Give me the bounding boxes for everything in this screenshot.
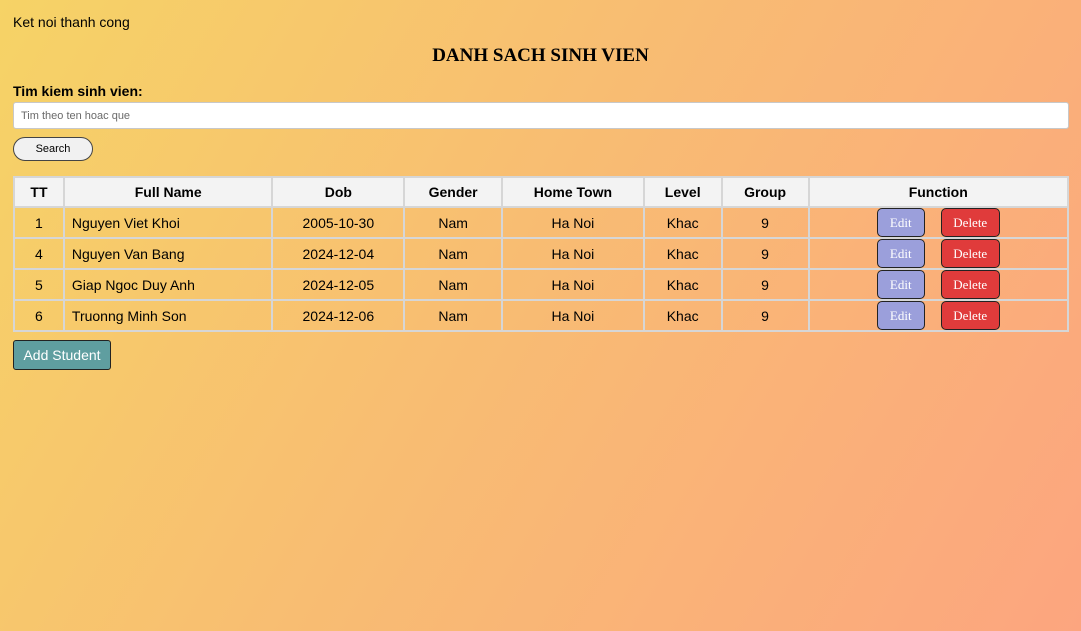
cell-dob: 2005-10-30	[271, 206, 406, 239]
delete-button[interactable]: Delete	[940, 270, 1000, 299]
cell-level: Khac	[642, 299, 723, 332]
column-header-home-town: Home Town	[501, 176, 645, 208]
cell-full-name: Nguyen Van Bang	[62, 237, 274, 270]
cell-gender: Nam	[403, 268, 504, 301]
cell-group: 9	[720, 299, 810, 332]
search-input[interactable]	[13, 102, 1069, 129]
cell-home-town: Ha Noi	[501, 268, 645, 301]
cell-function: Edit Delete	[807, 299, 1069, 332]
edit-button[interactable]: Edit	[876, 239, 925, 268]
cell-tt: 1	[13, 206, 65, 239]
column-header-tt: TT	[13, 176, 65, 208]
cell-group: 9	[720, 268, 810, 301]
cell-home-town: Ha Noi	[501, 299, 645, 332]
cell-function: Edit Delete	[807, 268, 1069, 301]
cell-gender: Nam	[403, 299, 504, 332]
cell-group: 9	[720, 237, 810, 270]
page-title: DANH SACH SINH VIEN	[432, 45, 649, 66]
delete-button[interactable]: Delete	[940, 239, 1000, 268]
cell-home-town: Ha Noi	[501, 237, 645, 270]
table-row: 1 Nguyen Viet Khoi 2005-10-30 Nam Ha Noi…	[13, 206, 1069, 239]
cell-full-name: Giap Ngoc Duy Anh	[62, 268, 274, 301]
delete-button[interactable]: Delete	[940, 208, 1000, 237]
cell-home-town: Ha Noi	[501, 206, 645, 239]
table-header-row: TT Full Name Dob Gender Home Town Level …	[13, 176, 1069, 208]
cell-level: Khac	[642, 268, 723, 301]
cell-dob: 2024-12-05	[271, 268, 406, 301]
table-row: 5 Giap Ngoc Duy Anh 2024-12-05 Nam Ha No…	[13, 268, 1069, 301]
edit-button[interactable]: Edit	[876, 208, 925, 237]
cell-gender: Nam	[403, 237, 504, 270]
cell-level: Khac	[642, 237, 723, 270]
add-student-button[interactable]: Add Student	[13, 340, 111, 370]
cell-tt: 6	[13, 299, 65, 332]
table-row: 6 Truonng Minh Son 2024-12-06 Nam Ha Noi…	[13, 299, 1069, 332]
cell-tt: 5	[13, 268, 65, 301]
students-table: TT Full Name Dob Gender Home Town Level …	[13, 176, 1069, 332]
column-header-dob: Dob	[271, 176, 406, 208]
cell-tt: 4	[13, 237, 65, 270]
cell-dob: 2024-12-04	[271, 237, 406, 270]
cell-full-name: Nguyen Viet Khoi	[62, 206, 274, 239]
cell-gender: Nam	[403, 206, 504, 239]
search-button[interactable]: Search	[13, 137, 93, 161]
column-header-level: Level	[642, 176, 723, 208]
cell-group: 9	[720, 206, 810, 239]
table-row: 4 Nguyen Van Bang 2024-12-04 Nam Ha Noi …	[13, 237, 1069, 270]
column-header-full-name: Full Name	[62, 176, 274, 208]
cell-function: Edit Delete	[807, 237, 1069, 270]
cell-full-name: Truonng Minh Son	[62, 299, 274, 332]
delete-button[interactable]: Delete	[940, 301, 1000, 330]
cell-dob: 2024-12-06	[271, 299, 406, 332]
column-header-group: Group	[720, 176, 810, 208]
column-header-function: Function	[807, 176, 1069, 208]
edit-button[interactable]: Edit	[876, 301, 925, 330]
cell-function: Edit Delete	[807, 206, 1069, 239]
column-header-gender: Gender	[403, 176, 504, 208]
search-label: Tim kiem sinh vien:	[13, 83, 143, 99]
connection-status: Ket noi thanh cong	[13, 14, 130, 30]
edit-button[interactable]: Edit	[876, 270, 925, 299]
cell-level: Khac	[642, 206, 723, 239]
